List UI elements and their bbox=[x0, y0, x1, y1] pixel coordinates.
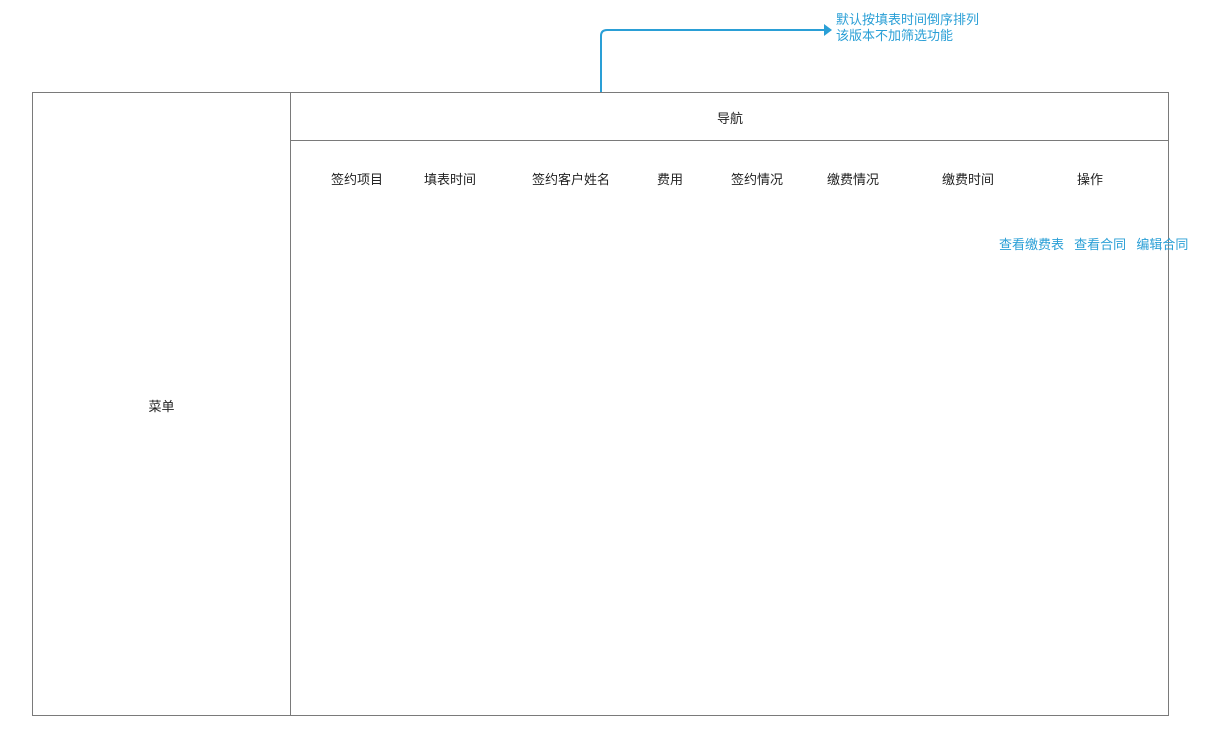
top-navigation[interactable]: 导航 bbox=[291, 92, 1169, 141]
view-payment-sheet-link[interactable]: 查看缴费表 bbox=[999, 238, 1064, 253]
column-header-project[interactable]: 签约项目 bbox=[331, 169, 383, 188]
annotation-line-1: 默认按填表时间倒序排列 bbox=[836, 13, 980, 28]
column-header-actions: 操作 bbox=[1076, 173, 1104, 188]
column-header-sign-status[interactable]: 签约情况 bbox=[731, 169, 783, 188]
view-contract-link[interactable]: 查看合同 bbox=[1074, 238, 1126, 253]
column-header-fee[interactable]: 费用 bbox=[657, 169, 683, 188]
connector-arrowhead bbox=[824, 24, 832, 36]
connector-line bbox=[600, 29, 826, 92]
column-header-fill-time[interactable]: 填表时间 bbox=[424, 169, 476, 188]
row-actions: 查看缴费表 查看合同 编辑合同 bbox=[999, 234, 1194, 253]
menu-label: 菜单 bbox=[148, 400, 175, 415]
column-header-client-name[interactable]: 签约客户姓名 bbox=[532, 169, 610, 188]
sidebar-menu[interactable]: 菜单 bbox=[32, 92, 291, 716]
annotation-note: 默认按填表时间倒序排列 该版本不加筛选功能 bbox=[836, 13, 979, 45]
column-header-payment-status[interactable]: 缴费情况 bbox=[827, 169, 879, 188]
edit-contract-link[interactable]: 编辑合同 bbox=[1136, 238, 1188, 253]
annotation-line-2: 该版本不加筛选功能 bbox=[836, 29, 954, 44]
column-header-payment-time[interactable]: 缴费时间 bbox=[942, 169, 994, 188]
nav-label: 导航 bbox=[716, 112, 743, 127]
